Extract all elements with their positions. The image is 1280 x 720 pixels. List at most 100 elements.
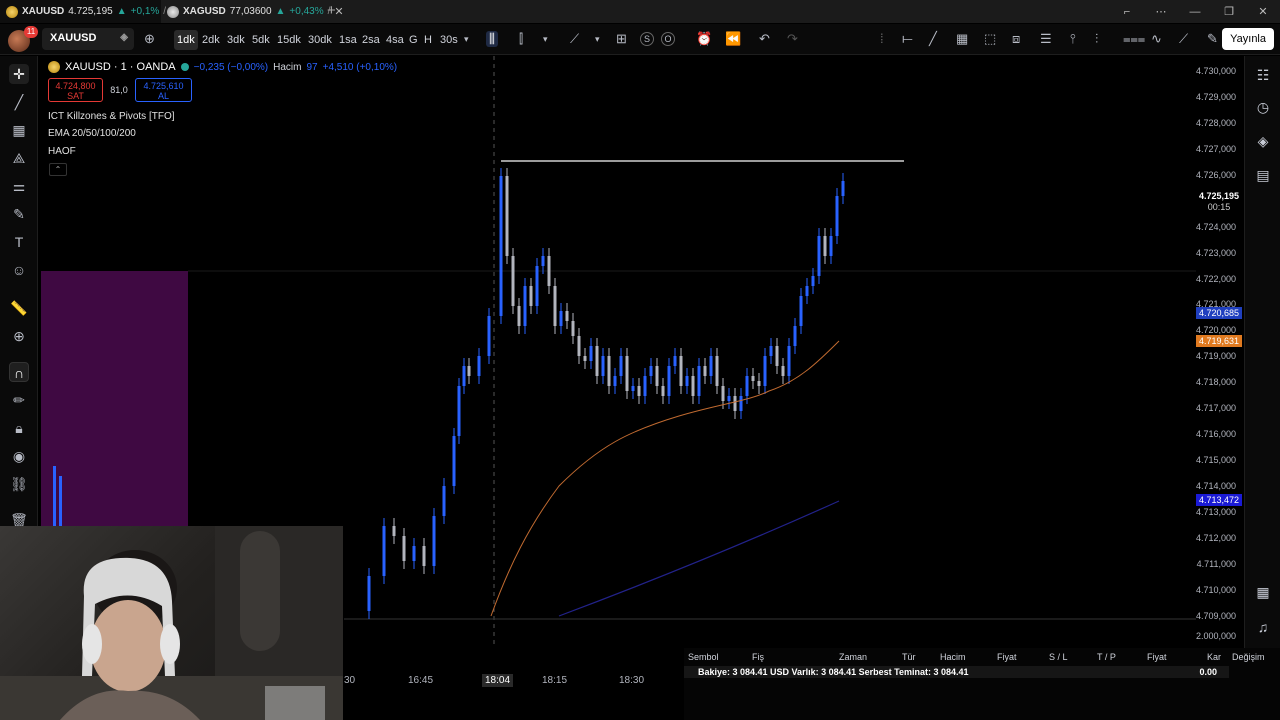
fib-icon[interactable]: ⧈ [1012, 31, 1020, 47]
collapse-legend-button[interactable]: ⌃ [49, 163, 67, 176]
pattern-tool-icon[interactable]: ⟁ [9, 148, 29, 168]
chat-icon[interactable]: ▤ [1254, 166, 1272, 184]
interval-30s[interactable]: 30s [437, 30, 461, 50]
notification-badge[interactable]: 11 [24, 26, 38, 38]
bar-style-icon[interactable]: ⫿ [519, 31, 523, 47]
interval-h[interactable]: H [421, 30, 435, 50]
brush-icon[interactable]: ✎ [1207, 31, 1218, 47]
drawing-toolbar: ✛ ╱ ▦ ⟁ ⚌ ✎ T ☺ 📏 ⊕ ∩ ✏ 🔒︎ ◉ ⛓ 🗑︎ [0, 56, 38, 530]
right-sidebar: ☷ ◷ ◈ ▤ ▦ ♫ ✉ [1244, 56, 1280, 720]
indicator-ema[interactable]: EMA 20/50/100/200 [48, 128, 136, 139]
emoji-icon[interactable]: ☺ [9, 260, 29, 280]
rectangle-icon[interactable]: ⬚ [984, 31, 996, 47]
col-ticket[interactable]: Fiş [752, 652, 764, 662]
fib-grid-icon[interactable]: ▦ [9, 120, 29, 140]
interval-1dk[interactable]: 1dk [174, 30, 198, 50]
position-tool-icon[interactable]: ⚌ [9, 176, 29, 196]
undo-icon[interactable]: ↶ [759, 31, 770, 47]
candle-body [739, 396, 743, 411]
more-icon[interactable]: ⋯ [1144, 5, 1178, 18]
eye-icon[interactable]: ◉ [9, 446, 29, 466]
close-window-button[interactable]: ✕ [1246, 5, 1280, 18]
grid-icon[interactable]: ▦ [956, 31, 968, 47]
col-time[interactable]: Zaman [839, 652, 867, 662]
col-tp[interactable]: T / P [1097, 652, 1116, 662]
layout-grid-icon[interactable]: ⊞ [616, 31, 627, 47]
minimize-button[interactable]: — [1178, 6, 1212, 18]
crosshair-icon[interactable]: ✛ [9, 64, 29, 84]
lines-icon[interactable]: ☰ [1040, 31, 1052, 47]
market-open-dot [180, 63, 189, 71]
new-tab-button[interactable]: + [319, 0, 344, 23]
price-axis[interactable]: 4.730,000 4.729,000 4.728,000 4.727,000 … [1196, 56, 1244, 646]
candles-icon[interactable]: ⫼ [486, 31, 498, 47]
indicator-killzones[interactable]: ICT Killzones & Pivots [TFO] [48, 111, 175, 122]
chevron-down-icon[interactable]: ▾ [543, 31, 548, 47]
interval-15dk[interactable]: 15dk [274, 30, 304, 50]
alert-icon[interactable]: ⏰ [696, 31, 712, 47]
bell-icon[interactable]: ♫ [1254, 618, 1272, 636]
candle-body [817, 236, 821, 276]
text-tool-icon[interactable]: T [9, 232, 29, 252]
interval-g[interactable]: G [406, 30, 421, 50]
zoom-icon[interactable]: ⊕ [9, 326, 29, 346]
candle-body [523, 286, 527, 326]
buy-button[interactable]: 4.725,610 AL [135, 78, 192, 102]
col-price-2[interactable]: Fiyat [1147, 652, 1167, 662]
interval-2dk[interactable]: 2dk [199, 30, 223, 50]
symbol-title[interactable]: XAUUSD · 1 · OANDA [65, 61, 176, 73]
price-tick: 4.719,000 [1195, 351, 1236, 361]
interval-2sa[interactable]: 2sa [359, 30, 383, 50]
interval-4sa[interactable]: 4sa [383, 30, 407, 50]
interval-1sa[interactable]: 1sa [336, 30, 360, 50]
indicator-haof[interactable]: HAOF [48, 146, 76, 157]
tab-xauusd[interactable]: XAUUSD 4.725,195 ▲ +0,1% / ✕ [0, 0, 179, 23]
vertical-icon[interactable]: ⫯ [1070, 31, 1076, 47]
symbol-search-input[interactable]: XAUUSD ◈ [42, 28, 134, 50]
indicators-icon[interactable]: ⟋ [570, 31, 579, 47]
publish-button[interactable]: Yayınla [1222, 28, 1274, 50]
sell-button[interactable]: 4.724,800 SAT [48, 78, 103, 102]
time-axis[interactable]: 30 16:45 18:04 18:15 18:30 [344, 672, 684, 690]
o-icon[interactable]: O [661, 32, 675, 46]
col-sl[interactable]: S / L [1049, 652, 1068, 662]
calendar-icon[interactable]: ▦ [1254, 583, 1272, 601]
col-symbol[interactable]: Sembol [688, 652, 719, 662]
channel-icon[interactable]: ⫶ [1095, 31, 1098, 47]
compare-icon[interactable]: ◈ [120, 32, 128, 43]
ruler-icon[interactable]: 📏 [9, 298, 29, 318]
plus-icon[interactable]: ⊕ [144, 31, 155, 47]
cast-icon[interactable]: ⌐ [1110, 6, 1144, 18]
s-icon[interactable]: S [640, 32, 654, 46]
magnet-icon[interactable]: ∩ [9, 362, 29, 382]
col-volume[interactable]: Hacim [940, 652, 966, 662]
pattern-icon[interactable]: ∿ [1151, 31, 1162, 47]
clock-icon[interactable]: ◷ [1254, 98, 1272, 116]
replay-icon[interactable]: ⏪ [725, 31, 741, 47]
watchlist-icon[interactable]: ☷ [1254, 66, 1272, 84]
brush-tool-icon[interactable]: ✎ [9, 204, 29, 224]
chevron-down-icon[interactable]: ▾ [595, 31, 600, 47]
ray-icon[interactable]: ⟝ [902, 31, 913, 47]
lock-drawing-icon[interactable]: ✏ [9, 390, 29, 410]
trendline-tool-icon[interactable]: ╱ [9, 92, 29, 112]
layers-icon[interactable]: ◈ [1254, 132, 1272, 150]
col-change[interactable]: Değişim [1232, 652, 1265, 662]
chevron-down-icon[interactable]: ▾ [464, 31, 469, 47]
link-icon[interactable]: ⛓ [9, 474, 29, 494]
col-type[interactable]: Tür [902, 652, 916, 662]
redo-icon[interactable]: ↷ [787, 31, 798, 47]
tab-xagusd[interactable]: XAGUSD 77,03600 ▲ +0,43% / ✕ [161, 0, 344, 23]
col-profit[interactable]: Kar [1207, 652, 1221, 662]
interval-5dk[interactable]: 5dk [249, 30, 273, 50]
path-icon[interactable]: ⟋ [1179, 31, 1188, 47]
maximize-button[interactable]: ❐ [1212, 5, 1246, 18]
lock-icon[interactable]: 🔒︎ [9, 418, 29, 438]
sell-price: 4.724,800 [55, 81, 96, 91]
parallel-icon[interactable]: ⩶ [1123, 31, 1145, 47]
drag-handle-icon[interactable]: ⁞ [880, 31, 884, 47]
trendline-icon[interactable]: ╱ [929, 31, 937, 47]
interval-30dk[interactable]: 30dk [305, 30, 335, 50]
col-price[interactable]: Fiyat [997, 652, 1017, 662]
interval-3dk[interactable]: 3dk [224, 30, 248, 50]
